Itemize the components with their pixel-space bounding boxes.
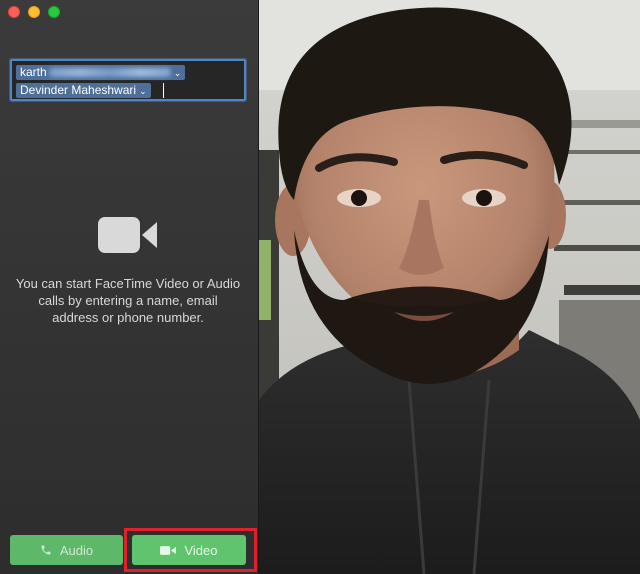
sidebar: karth ⌄ Devinder Maheshwari ⌄ You can star… [0,0,259,574]
maximize-window-button[interactable] [48,6,60,18]
recipient-token[interactable]: karth ⌄ [16,65,186,80]
recipient-token-label: karth [20,65,47,79]
text-cursor [163,83,164,98]
chevron-down-icon[interactable]: ⌄ [174,68,182,78]
video-camera-icon [98,217,157,253]
recipient-token-label: Devinder Maheshwari [20,83,137,97]
redacted-email [48,68,171,78]
close-window-button[interactable] [8,6,20,18]
self-view-image [259,0,640,574]
video-call-button[interactable]: Video [132,535,246,565]
recipient-token[interactable]: Devinder Maheshwari ⌄ [16,83,151,98]
video-button-label: Video [184,542,218,558]
recipient-input[interactable]: karth ⌄ Devinder Maheshwari ⌄ [10,59,246,101]
minimize-window-button[interactable] [28,6,40,18]
window-controls [8,6,60,18]
audio-button-label: Audio [59,542,94,558]
chevron-down-icon[interactable]: ⌄ [139,86,147,96]
audio-call-button[interactable]: Audio [10,535,123,565]
video-camera-icon [160,545,177,555]
phone-icon [41,545,51,555]
empty-state-message: You can start FaceTime Video or Audio ca… [15,276,241,325]
camera-preview [259,0,640,574]
